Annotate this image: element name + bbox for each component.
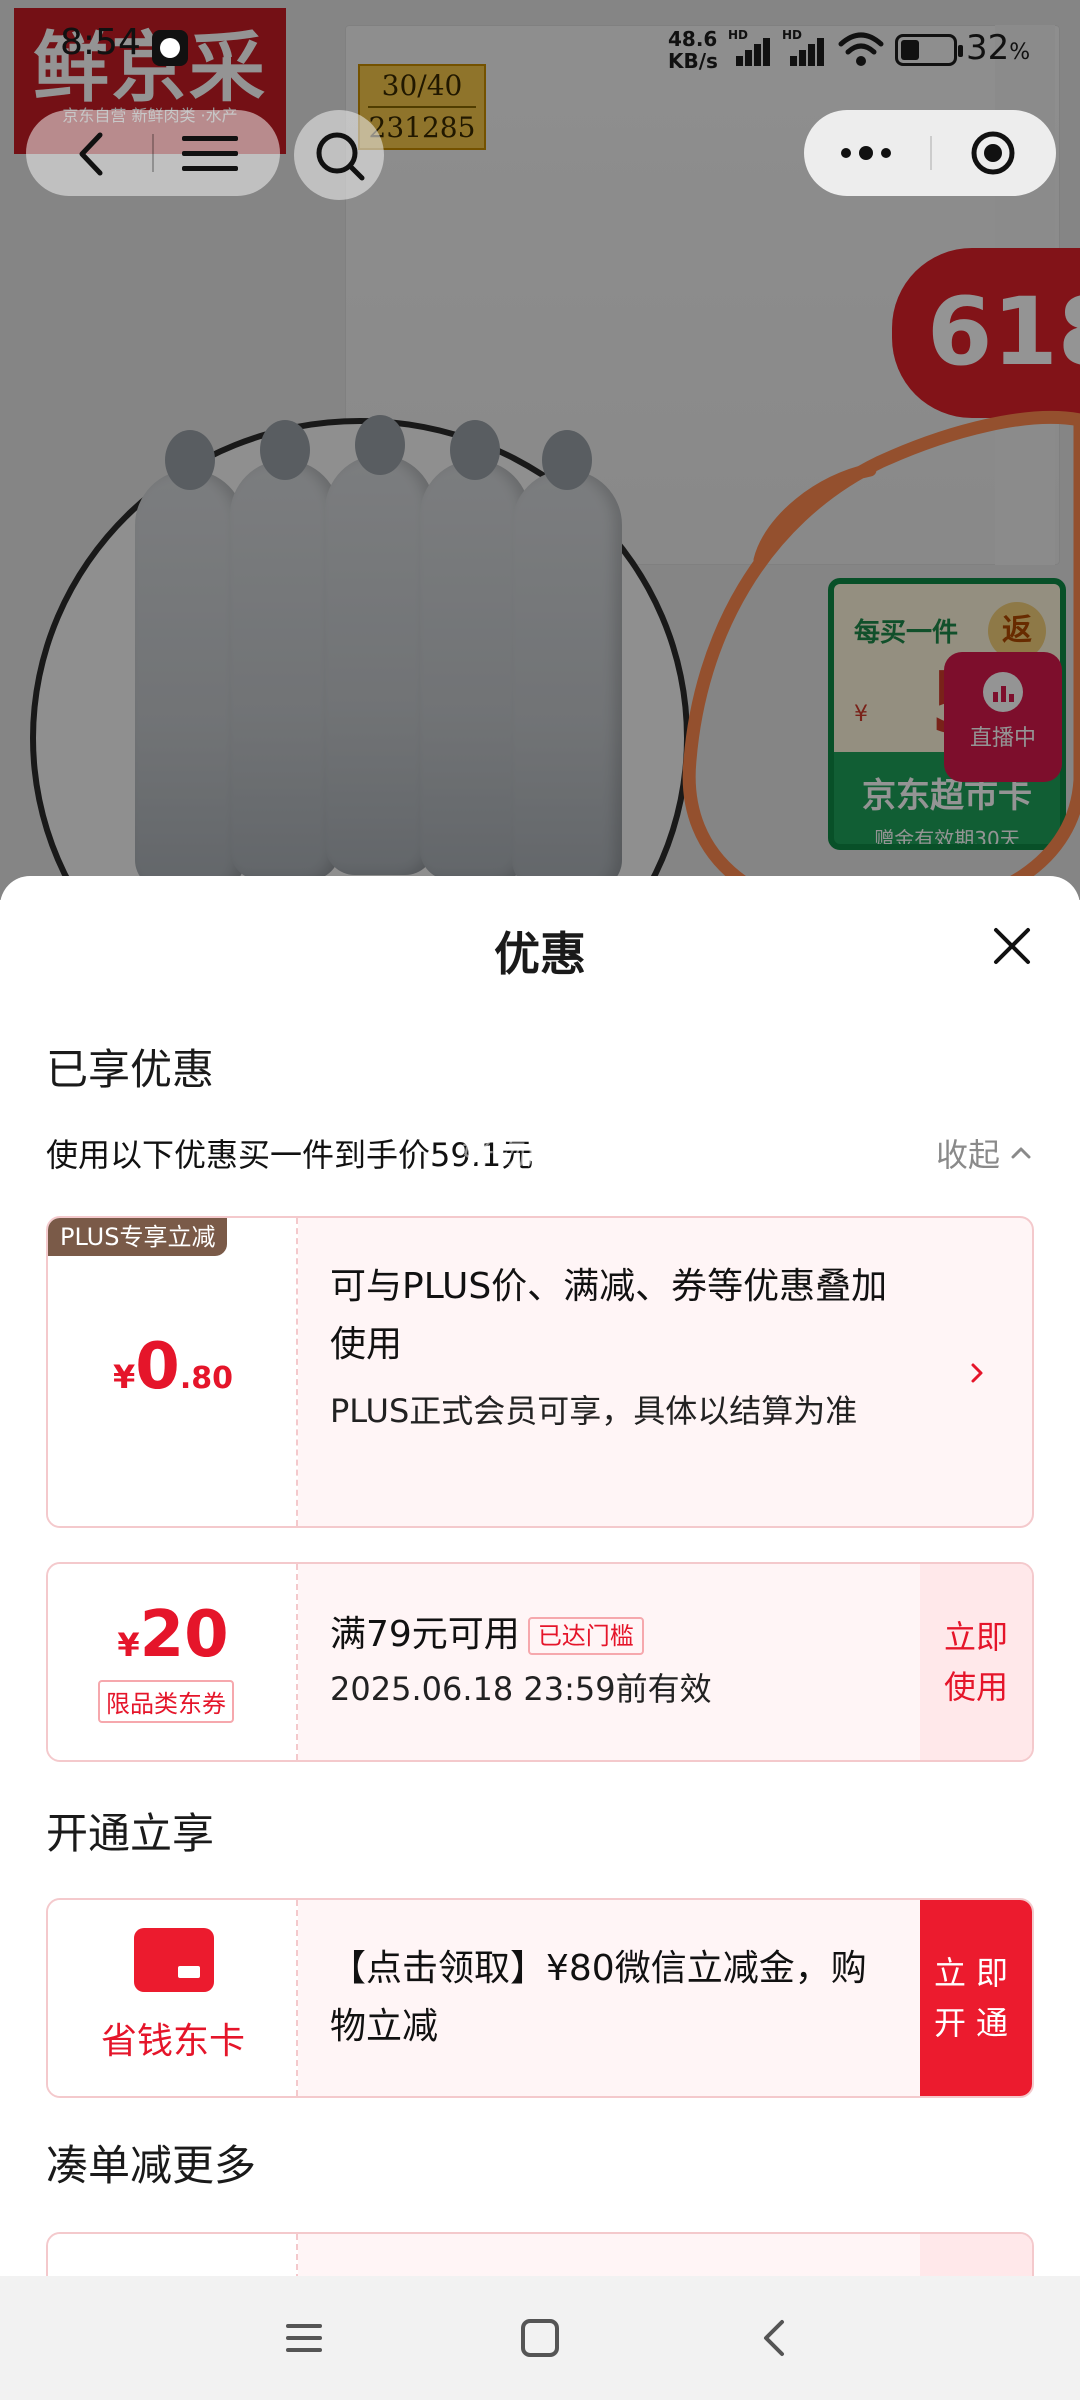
clock-time: 8:54 xyxy=(60,22,141,63)
discount-amount: ¥0.80 xyxy=(113,1330,233,1404)
menu-icon[interactable] xyxy=(182,136,238,172)
battery-icon xyxy=(895,34,963,66)
nav-home-icon[interactable] xyxy=(518,2316,562,2360)
plus-discount-card[interactable]: PLUS专享立减 ¥0.80 可与PLUS价、满减、券等优惠叠加使用 PLUS正… xyxy=(46,1216,1034,1528)
wifi-icon xyxy=(838,32,884,66)
plus-note: PLUS正式会员可享，具体以结算为准 xyxy=(330,1392,858,1430)
watermark: 好物严选 xyxy=(462,1134,591,1172)
nav-back-icon[interactable] xyxy=(754,2316,798,2360)
saving-card-offer[interactable]: 省钱东卡 【点击领取】¥80微信立减金，购物立减 立即开通 xyxy=(46,1898,1034,2098)
back-icon[interactable] xyxy=(78,132,104,176)
signal-icon: HD xyxy=(782,28,826,66)
open-now-button[interactable]: 立即开通 xyxy=(920,1900,1032,2096)
plus-description: 可与PLUS价、满减、券等优惠叠加使用 xyxy=(330,1266,888,1365)
chevron-right-icon[interactable] xyxy=(968,1358,986,1388)
open-heading: 开通立享 xyxy=(46,1809,215,1858)
discount-sheet: 优惠 已享优惠 使用以下优惠买一件到手价59.1元 好物严选 收起 PLUS专享… xyxy=(0,876,1080,2276)
target-icon[interactable] xyxy=(970,130,1016,176)
search-button[interactable] xyxy=(294,110,384,200)
status-bar: 8:54 48.6 KB/s HD HD 32% xyxy=(0,0,1080,100)
use-coupon-button[interactable]: 立即使用 xyxy=(920,1564,1032,1760)
system-nav-bar xyxy=(0,2276,1080,2400)
card-icon xyxy=(134,1928,214,1992)
more-heading: 凑单减更多 xyxy=(46,2141,257,2190)
threshold-reached-badge: 已达门槛 xyxy=(527,1617,644,1655)
card-offer-text: 【点击领取】¥80微信立减金，购物立减 xyxy=(330,1948,867,2047)
timer-icon xyxy=(152,30,188,66)
coupon-condition: 满79元可用 已达门槛 xyxy=(330,1606,644,1664)
final-price-summary: 使用以下优惠买一件到手价59.1元 xyxy=(46,1136,534,1174)
sheet-title: 优惠 xyxy=(494,927,586,981)
coupon-expiry: 2025.06.18 23:59前有效 xyxy=(330,1670,712,1708)
more-dots-icon[interactable] xyxy=(840,144,892,162)
coupon-amount: ¥20 xyxy=(117,1598,229,1672)
coupon-type-tag: 限品类东券 xyxy=(98,1680,234,1723)
coupon-card[interactable]: ¥20 限品类东券 满79元可用 已达门槛 2025.06.18 23:59前有效… xyxy=(46,1562,1034,1762)
close-icon[interactable] xyxy=(990,924,1034,968)
partial-card[interactable] xyxy=(46,2232,1034,2276)
collapse-button[interactable]: 收起 xyxy=(936,1130,1000,1176)
battery-percent: 32% xyxy=(966,28,1031,68)
enjoyed-heading: 已享优惠 xyxy=(46,1045,215,1094)
chevron-up-icon[interactable] xyxy=(1010,1142,1032,1164)
network-speed: 48.6 KB/s xyxy=(668,27,718,73)
search-icon xyxy=(316,132,365,181)
nav-menu-icon[interactable] xyxy=(282,2316,326,2360)
mini-program-capsule xyxy=(804,110,1056,196)
plus-tag: PLUS专享立减 xyxy=(48,1218,228,1256)
nav-pill xyxy=(26,110,280,196)
signal-icon: HD xyxy=(728,28,772,66)
card-name: 省钱东卡 xyxy=(100,2021,245,2062)
